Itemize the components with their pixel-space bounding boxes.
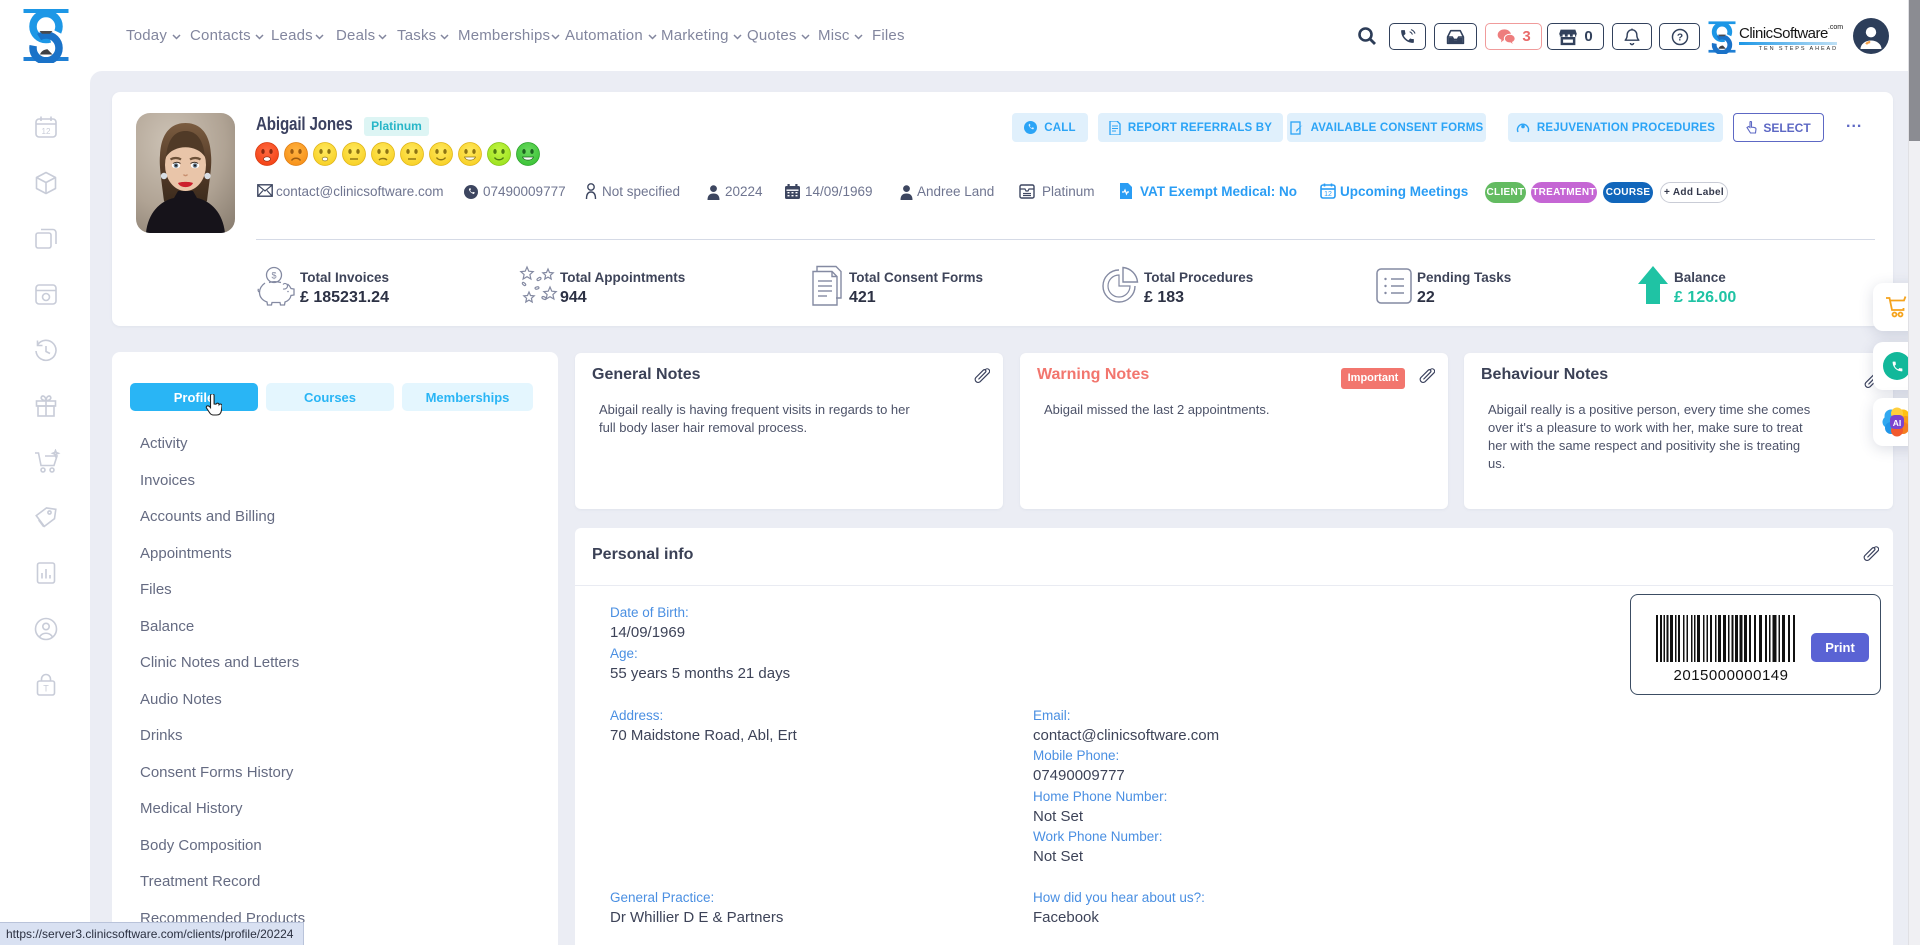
svg-text:12: 12	[1324, 191, 1332, 198]
svg-text:?: ?	[1676, 32, 1682, 43]
svg-text:T: T	[43, 684, 49, 694]
svg-text:12: 12	[42, 127, 51, 136]
svg-text:AI: AI	[1893, 418, 1902, 428]
svg-text:$: $	[271, 271, 276, 281]
